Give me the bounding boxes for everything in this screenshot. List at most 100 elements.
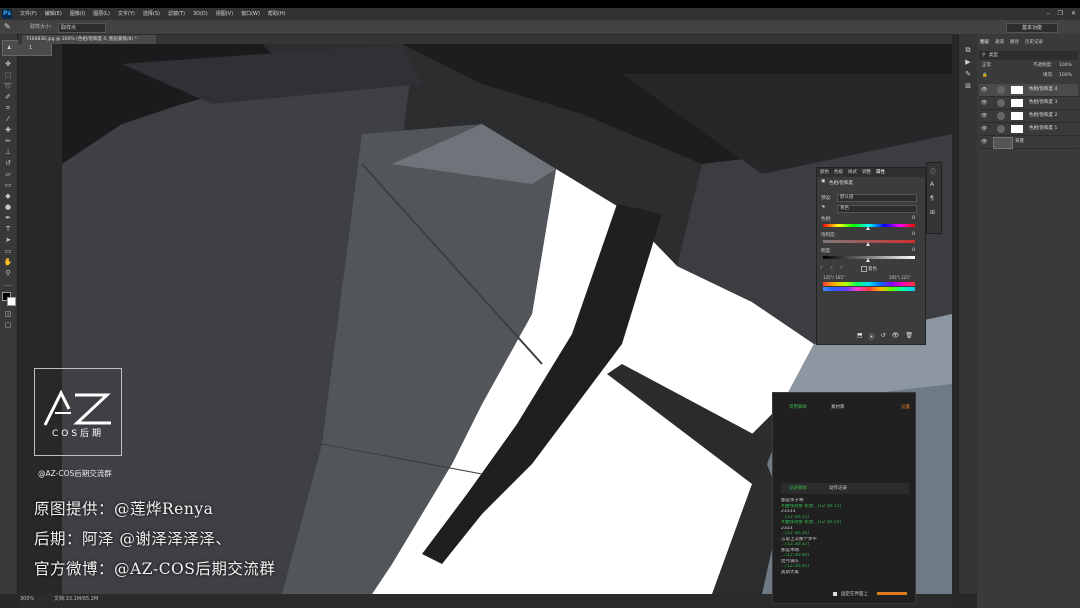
history-brush-icon[interactable]: ↺ <box>3 159 13 167</box>
stamp-tool-icon[interactable]: ⊥ <box>3 148 13 156</box>
quick-mask-icon[interactable]: ◫ <box>3 310 13 318</box>
eye-icon[interactable]: 👁 <box>981 97 987 109</box>
saturation-slider-knob[interactable] <box>866 242 870 246</box>
screen-mode-icon[interactable]: ▢ <box>3 321 13 329</box>
menu-file[interactable]: 文件(F) <box>20 8 37 20</box>
brush-panel-icon[interactable]: ✎ <box>963 70 973 78</box>
quick-select-tool-icon[interactable]: ✐ <box>3 93 13 101</box>
gradient-tool-icon[interactable]: ▭ <box>3 181 13 189</box>
tab-styles[interactable]: 样式 <box>848 168 857 177</box>
colorize-checkbox[interactable] <box>861 266 867 272</box>
layer-row[interactable]: 👁 色相/饱和度 3 <box>979 97 1078 110</box>
dodge-tool-icon[interactable]: ● <box>3 203 13 211</box>
layer-mask-thumb[interactable] <box>1011 86 1023 94</box>
clone-source-icon[interactable]: ⊞ <box>963 82 973 90</box>
tab-settings[interactable]: 设置 <box>901 404 910 410</box>
hand-adjust-icon[interactable]: ☚ <box>821 205 825 210</box>
layer-row[interactable]: 👁 色相/饱和度 4 <box>979 84 1078 97</box>
document-tab[interactable]: 7160838.jpg @ 300% (色相/饱和度 4, 图层蒙版/8) * <box>22 35 156 44</box>
menu-layer[interactable]: 图层(L) <box>93 8 110 20</box>
hue-slider-knob[interactable] <box>866 226 870 230</box>
tab-paths[interactable]: 路径 <box>1010 38 1019 47</box>
lightness-value[interactable]: 0 <box>912 248 915 253</box>
menu-type[interactable]: 文字(Y) <box>118 8 135 20</box>
tab-properties[interactable]: 属性 <box>876 168 885 177</box>
tab-layers[interactable]: 图层 <box>980 38 989 47</box>
tab-channels[interactable]: 通道 <box>995 38 1004 47</box>
path-select-icon[interactable]: ➤ <box>3 236 13 244</box>
lightness-slider-knob[interactable] <box>866 258 870 262</box>
layer-mask-thumb[interactable] <box>1011 112 1023 120</box>
background-color-swatch[interactable] <box>7 297 16 306</box>
hand-tool-icon[interactable]: ✋ <box>3 258 13 266</box>
menu-view[interactable]: 视图(V) <box>216 8 233 20</box>
saturation-value[interactable]: 0 <box>912 232 915 237</box>
lasso-tool-icon[interactable]: ➰ <box>3 82 13 90</box>
eye-icon[interactable]: 👁 <box>981 123 987 135</box>
pen-tool-icon[interactable]: ✒ <box>3 214 13 222</box>
menu-help[interactable]: 帮助(H) <box>268 8 286 20</box>
eye-icon[interactable]: 👁 <box>981 110 987 122</box>
layer-mask-thumb[interactable] <box>1011 125 1023 133</box>
eyedropper-minus-icon[interactable]: ⁄ <box>841 266 842 271</box>
healing-tool-icon[interactable]: ✚ <box>3 126 13 134</box>
tab-adjustments[interactable]: 调整 <box>862 168 871 177</box>
view-previous-icon[interactable]: ⦿ <box>869 332 875 341</box>
adjust-icon[interactable]: ⊞ <box>930 209 935 216</box>
clip-layer-icon[interactable]: ⬒ <box>857 332 863 341</box>
eraser-tool-icon[interactable]: ▱ <box>3 170 13 178</box>
menu-3d[interactable]: 3D(D) <box>193 8 208 20</box>
layer-row[interactable]: 👁 背景 <box>979 136 1078 149</box>
menu-select[interactable]: 选择(S) <box>143 8 160 20</box>
brush-tool-icon[interactable]: ✏ <box>3 137 13 145</box>
tab-color[interactable]: 颜色 <box>820 168 829 177</box>
tab-action-record[interactable]: 动作记录 <box>829 483 847 494</box>
tab-common-scripts[interactable]: 常用脚本 <box>789 404 807 410</box>
fill-value[interactable]: 100% <box>1059 72 1072 80</box>
actions-panel-icon[interactable]: ▶ <box>963 58 973 66</box>
pin-checkbox[interactable] <box>833 592 837 596</box>
layer-filter-type[interactable]: 类型 <box>989 51 998 60</box>
tab-swatches[interactable]: 色板 <box>834 168 843 177</box>
opacity-value[interactable]: 100% <box>1059 62 1072 70</box>
delete-icon[interactable]: 🗑 <box>905 332 913 341</box>
restore-button[interactable]: ❐ <box>1058 8 1063 20</box>
blur-tool-icon[interactable]: ◆ <box>3 192 13 200</box>
tab-record-script[interactable]: 记录脚本 <box>789 483 807 494</box>
zoom-level[interactable]: 300% <box>20 594 34 604</box>
blend-mode-select[interactable]: 正常 <box>982 62 991 70</box>
lock-icon[interactable]: 🔒 <box>982 72 988 80</box>
eyedropper-plus-icon[interactable]: ⁄ <box>831 266 832 271</box>
info-icon[interactable]: ⓘ <box>930 167 936 176</box>
paragraph-icon[interactable]: ¶ <box>930 195 934 202</box>
eye-icon[interactable]: 👁 <box>981 84 987 96</box>
history-panel-icon[interactable]: ⧉ <box>963 46 973 54</box>
menu-filter[interactable]: 滤镜(T) <box>168 8 185 20</box>
eyedropper-icon[interactable]: ⁄ <box>821 266 822 271</box>
menu-edit[interactable]: 编辑(E) <box>45 8 62 20</box>
layer-mask-thumb[interactable] <box>1011 99 1023 107</box>
more-tools-icon[interactable]: … <box>3 280 13 288</box>
menu-image[interactable]: 图像(I) <box>70 8 85 20</box>
type-tool-icon[interactable]: T <box>3 225 13 233</box>
zoom-tool-icon[interactable]: ⚲ <box>3 269 13 277</box>
workspace-select[interactable]: 基本功能 <box>1006 23 1058 33</box>
hue-value[interactable]: 0 <box>912 216 915 221</box>
sample-size-select[interactable]: 取样点 <box>58 23 106 33</box>
crop-tool-icon[interactable]: ⌗ <box>3 104 13 112</box>
layer-row[interactable]: 👁 色相/饱和度 1 <box>979 123 1078 136</box>
eyedropper-tool-icon[interactable]: ⁄ <box>3 115 13 123</box>
menu-window[interactable]: 窗口(W) <box>241 8 260 20</box>
character-icon[interactable]: A <box>930 181 934 188</box>
eyedropper-icon[interactable]: ✎ <box>4 22 16 32</box>
reset-icon[interactable]: ↺ <box>881 332 886 341</box>
layer-row[interactable]: 👁 色相/饱和度 2 <box>979 110 1078 123</box>
tab-material-library[interactable]: 素材库 <box>831 404 845 410</box>
preset-select[interactable]: 默认值 <box>837 194 917 202</box>
tab-history[interactable]: 历史记录 <box>1025 38 1043 47</box>
marquee-tool-icon[interactable]: ⬚ <box>3 71 13 79</box>
move-tool-icon[interactable]: ✥ <box>3 60 13 68</box>
minimize-button[interactable]: – <box>1047 8 1050 20</box>
close-button[interactable]: ✕ <box>1071 8 1076 20</box>
color-range-bar-bottom[interactable] <box>823 287 915 291</box>
